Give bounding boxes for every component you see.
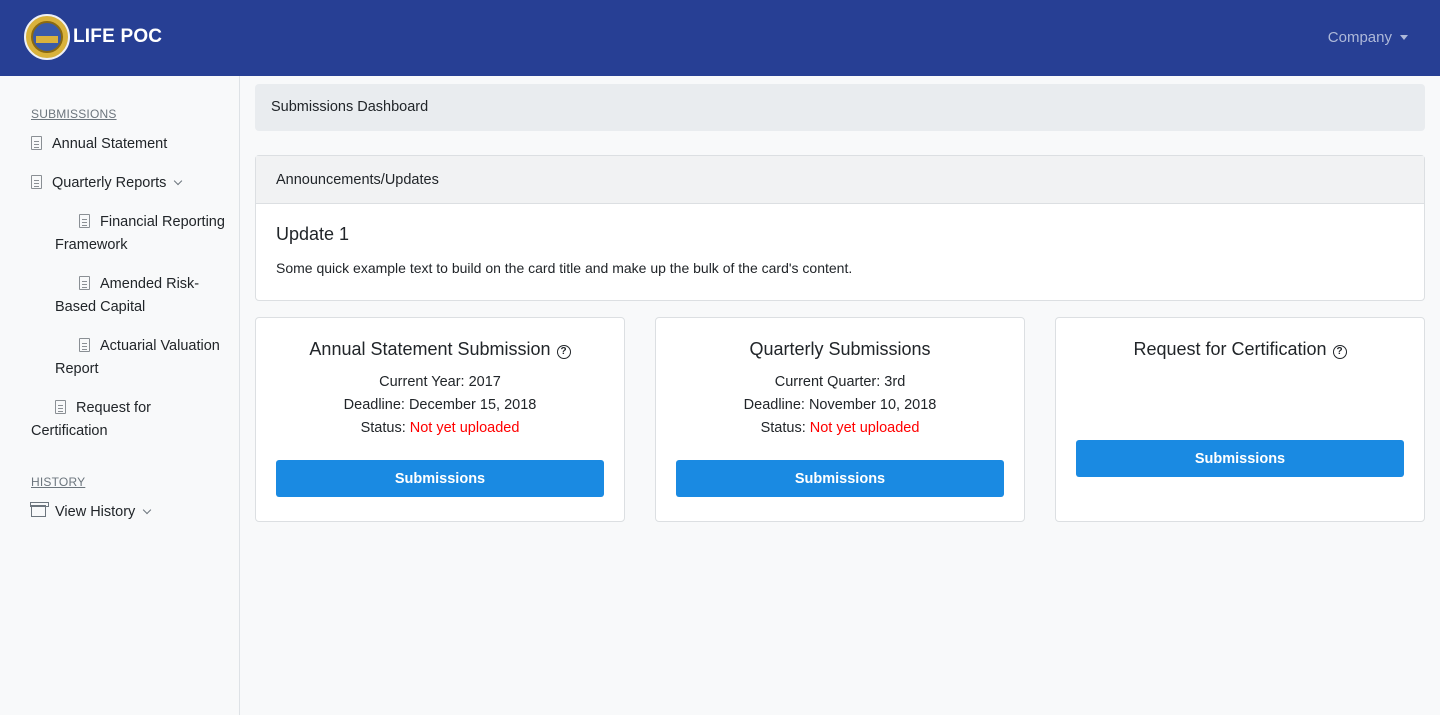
chevron-down-icon [174, 176, 183, 186]
document-icon [55, 400, 66, 414]
app-title: LIFE POC [73, 26, 163, 47]
quarterly-submissions-button[interactable]: Submissions [676, 460, 1004, 497]
company-label: Company [1327, 29, 1392, 46]
annual-submissions-button[interactable]: Submissions [276, 460, 604, 497]
brand-link[interactable]: LIFE POC [24, 14, 162, 60]
card-title: Request for Certification? [1056, 338, 1424, 360]
status-value: Not yet uploaded [409, 420, 520, 436]
sidebar-item-request-for-certification[interactable]: Request for Certification [31, 397, 221, 443]
company-dropdown[interactable]: Company [1328, 29, 1408, 46]
sidebar-item-label: Certification [31, 423, 108, 439]
request-certification-card: Request for Certification? Submissions [1055, 317, 1425, 522]
deadline: Deadline: November 10, 2018 [743, 397, 937, 413]
submissions-heading: SUBMISSIONS [31, 107, 117, 121]
status-label: Status: [760, 420, 806, 436]
status-label: Status: [360, 420, 406, 436]
caret-down-icon [1400, 35, 1408, 40]
status-value: Not yet uploaded [809, 420, 920, 436]
document-icon [79, 338, 90, 352]
card-title: Quarterly Submissions [656, 338, 1024, 360]
sidebar-item-quarterly-reports[interactable]: Quarterly Reports [31, 172, 183, 195]
sidebar-item-view-history[interactable]: View History [30, 501, 152, 524]
sidebar-item-financial-reporting-framework[interactable]: Financial Reporting Framework [55, 211, 225, 257]
announcement-title: Update 1 [276, 224, 350, 244]
certification-submissions-button[interactable]: Submissions [1076, 440, 1404, 477]
document-icon [31, 136, 42, 150]
sidebar-item-label: Report [55, 361, 99, 377]
annual-statement-card: Annual Statement Submission? Current Yea… [255, 317, 625, 522]
current-year: Current Year: 2017 [379, 374, 501, 390]
sidebar-item-amended-risk-based-capital[interactable]: Amended Risk- Based Capital [55, 273, 225, 319]
history-heading: HISTORY [31, 475, 86, 489]
current-quarter: Current Quarter: 3rd [774, 374, 906, 390]
document-icon [79, 214, 90, 228]
sidebar-item-label: Framework [55, 237, 128, 253]
card-title-text: Quarterly Submissions [749, 339, 931, 359]
top-navbar: LIFE POC Company [0, 0, 1440, 76]
sidebar: SUBMISSIONS Annual Statement Quarterly R… [0, 76, 240, 715]
sidebar-item-label: Based Capital [55, 299, 146, 315]
archive-icon [30, 502, 49, 517]
card-title-text: Annual Statement Submission [309, 339, 551, 359]
card-title-text: Request for Certification [1133, 339, 1327, 359]
chevron-down-icon [143, 505, 152, 515]
quarterly-submissions-card: Quarterly Submissions Current Quarter: 3… [655, 317, 1025, 522]
help-icon[interactable]: ? [556, 345, 571, 359]
deadline: Deadline: December 15, 2018 [343, 397, 537, 413]
sidebar-item-label: View History [55, 504, 136, 520]
sidebar-item-annual-statement[interactable]: Annual Statement [31, 133, 167, 156]
document-icon [79, 276, 90, 290]
sidebar-item-label: Actuarial Valuation [100, 338, 220, 354]
announcements-card: Announcements/Updates Update 1 Some quic… [255, 155, 1425, 301]
announcements-header: Announcements/Updates [256, 156, 1424, 204]
sidebar-item-label: Financial Reporting [100, 214, 225, 230]
logo-seal-icon [24, 14, 70, 60]
status-line: Status: Not yet uploaded [656, 417, 1024, 440]
status-line: Status: Not yet uploaded [256, 417, 624, 440]
breadcrumb: Submissions Dashboard [255, 84, 1425, 131]
card-title: Annual Statement Submission? [256, 338, 624, 360]
sidebar-item-label: Annual Statement [52, 136, 168, 152]
sidebar-item-label: Request for [76, 400, 151, 416]
sidebar-item-label: Quarterly Reports [52, 175, 167, 191]
sidebar-item-actuarial-valuation-report[interactable]: Actuarial Valuation Report [55, 335, 225, 381]
sidebar-item-label: Amended Risk- [100, 276, 200, 292]
help-icon[interactable]: ? [1332, 345, 1347, 359]
announcement-text: Some quick example text to build on the … [276, 260, 853, 276]
document-icon [31, 175, 42, 189]
